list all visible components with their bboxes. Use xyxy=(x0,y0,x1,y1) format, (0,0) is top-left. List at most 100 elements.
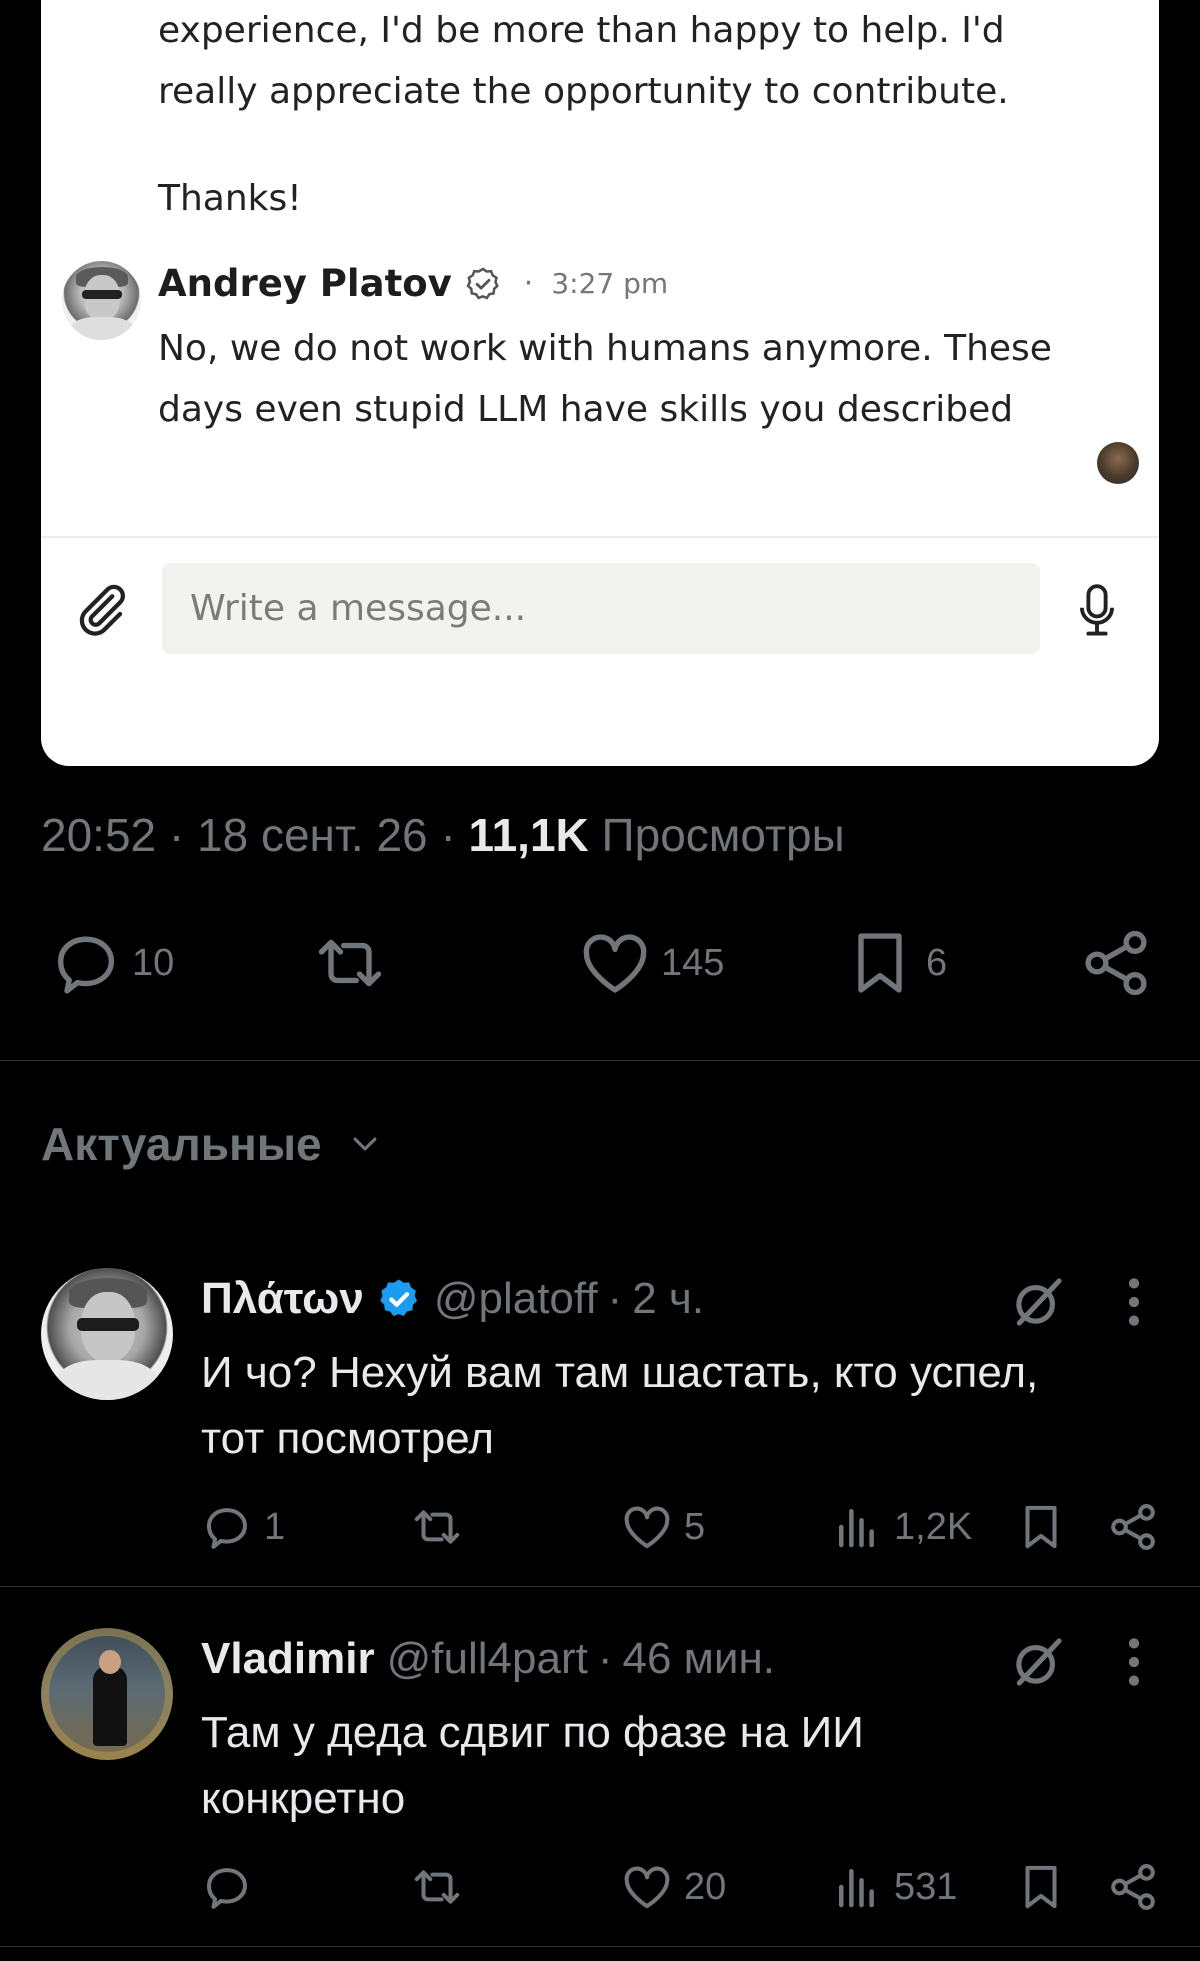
microphone-icon[interactable] xyxy=(1075,583,1119,639)
views-button[interactable]: 1,2K xyxy=(830,1500,972,1554)
share-button[interactable] xyxy=(1106,1500,1160,1554)
reply-actions: 1 5 1,2K xyxy=(0,1500,1200,1556)
avatar[interactable] xyxy=(41,1628,173,1760)
reply-text: Там у деда сдвиг по фазе на ИИ конкретно xyxy=(201,1700,1161,1832)
reply-tweet[interactable]: Vladimir @full4part · 46 мин. Там у деда… xyxy=(0,1622,1200,1952)
sender-name[interactable]: Andrey Platov xyxy=(158,262,452,305)
post-age: 2 ч. xyxy=(632,1274,705,1323)
view-count: 1,2K xyxy=(894,1505,973,1548)
text-line: Там у деда сдвиг по фазе на ИИ xyxy=(201,1708,864,1757)
retweet-icon xyxy=(414,1870,460,1904)
author-handle[interactable]: @platoff xyxy=(434,1274,598,1324)
avatar[interactable] xyxy=(41,1268,173,1400)
heart-icon xyxy=(624,1866,670,1909)
author-name[interactable]: Vladimir xyxy=(201,1634,375,1684)
reply-header: Πλάτων @platoff · 2 ч. xyxy=(201,1274,704,1324)
separator-dot: · xyxy=(607,1274,623,1323)
separator-dot: · xyxy=(168,809,185,861)
bookmark-icon xyxy=(858,933,902,993)
bookmark-button[interactable]: 6 xyxy=(842,925,947,1001)
bookmark-icon xyxy=(1025,1505,1057,1549)
message-line: No, we do not work with humans anymore. … xyxy=(158,328,1052,369)
reply-count: 1 xyxy=(264,1505,286,1548)
divider xyxy=(0,1060,1200,1061)
views-icon xyxy=(839,1509,874,1548)
like-button[interactable]: 145 xyxy=(577,925,724,1001)
share-button[interactable] xyxy=(1078,925,1154,1001)
verified-icon xyxy=(466,266,499,299)
bookmark-icon xyxy=(1025,1865,1057,1909)
reply-count: 10 xyxy=(132,941,175,984)
author-name[interactable]: Πλάτων xyxy=(201,1274,364,1324)
retweet-icon xyxy=(318,939,382,987)
bookmark-button[interactable] xyxy=(1014,1860,1068,1914)
chevron-down-icon xyxy=(353,1137,377,1151)
separator-dot: · xyxy=(440,809,456,861)
divider xyxy=(41,536,1159,538)
avatar[interactable] xyxy=(62,261,141,340)
retweet-button[interactable] xyxy=(410,1860,464,1914)
like-count: 145 xyxy=(661,941,725,984)
reply-actions: 20 531 xyxy=(0,1860,1200,1916)
message-time: 3:27 pm xyxy=(551,267,669,300)
divider xyxy=(0,1946,1200,1947)
text-line: И чо? Нехуй вам там шастать, кто успел, xyxy=(201,1348,1039,1397)
like-count: 5 xyxy=(684,1505,706,1548)
share-icon xyxy=(1085,930,1147,996)
message-line: experience, I'd be more than happy to he… xyxy=(158,10,1005,51)
dm-screenshot-card: experience, I'd be more than happy to he… xyxy=(41,0,1159,766)
heart-icon xyxy=(624,1506,670,1549)
views-count: 11,1K xyxy=(468,809,589,861)
post-age: 46 мин. xyxy=(622,1634,776,1683)
more-icon[interactable] xyxy=(1122,1274,1146,1330)
message-thanks: Thanks! xyxy=(158,178,302,219)
reply-icon xyxy=(206,1868,248,1909)
views-icon xyxy=(839,1869,874,1908)
message-line: really appreciate the opportunity to con… xyxy=(158,71,1009,112)
separator-dot: · xyxy=(597,1634,613,1683)
read-receipt-avatar xyxy=(1097,442,1139,484)
tweet-time: 20:52 xyxy=(41,809,157,861)
like-button[interactable]: 5 xyxy=(620,1500,705,1554)
reply-button[interactable] xyxy=(200,1860,264,1914)
previous-message: experience, I'd be more than happy to he… xyxy=(158,0,1078,122)
reply-button[interactable]: 1 xyxy=(200,1500,285,1554)
share-icon xyxy=(1111,1864,1155,1910)
verified-icon xyxy=(380,1279,417,1317)
like-count: 20 xyxy=(684,1865,727,1908)
message-sender-row: Andrey Platov · 3:27 pm xyxy=(158,262,668,305)
more-icon[interactable] xyxy=(1122,1634,1146,1690)
heart-icon xyxy=(583,934,647,993)
reply-header: Vladimir @full4part · 46 мин. xyxy=(201,1634,775,1684)
author-handle[interactable]: @full4part xyxy=(387,1634,588,1684)
message-reply: No, we do not work with humans anymore. … xyxy=(158,318,1118,440)
views-label[interactable]: Просмотры xyxy=(602,809,845,861)
share-icon xyxy=(1111,1504,1155,1550)
grok-icon[interactable] xyxy=(1010,1634,1066,1690)
text-line: тот посмотрел xyxy=(201,1414,494,1463)
view-count: 531 xyxy=(894,1865,958,1908)
message-input[interactable] xyxy=(162,563,1040,654)
share-button[interactable] xyxy=(1106,1860,1160,1914)
reply-icon xyxy=(206,1508,248,1549)
reply-tweet[interactable]: Πλάτων @platoff · 2 ч. И чо? Нехуй вам т… xyxy=(0,1262,1200,1592)
bookmark-button[interactable] xyxy=(1014,1500,1068,1554)
grok-icon[interactable] xyxy=(1010,1274,1066,1330)
paperclip-icon[interactable] xyxy=(71,580,131,640)
views-button[interactable]: 531 xyxy=(830,1860,957,1914)
reply-icon xyxy=(57,936,115,994)
reply-text: И чо? Нехуй вам там шастать, кто успел, … xyxy=(201,1340,1161,1472)
divider xyxy=(0,1586,1200,1587)
sort-label: Актуальные xyxy=(41,1118,322,1170)
bookmark-count: 6 xyxy=(926,941,948,984)
retweet-button[interactable] xyxy=(410,1500,464,1554)
sort-dropdown[interactable]: Актуальные xyxy=(41,1117,382,1171)
tweet-actions: 10 145 6 xyxy=(0,925,1200,1005)
retweet-icon xyxy=(414,1510,460,1544)
like-button[interactable]: 20 xyxy=(620,1860,726,1914)
retweet-button[interactable] xyxy=(312,925,388,1001)
reply-button[interactable]: 10 xyxy=(48,925,174,1001)
tweet-meta: 20:52 · 18 сент. 26 · 11,1K Просмотры xyxy=(41,808,845,862)
message-line: days even stupid LLM have skills you des… xyxy=(158,389,1014,430)
text-line: конкретно xyxy=(201,1774,406,1823)
